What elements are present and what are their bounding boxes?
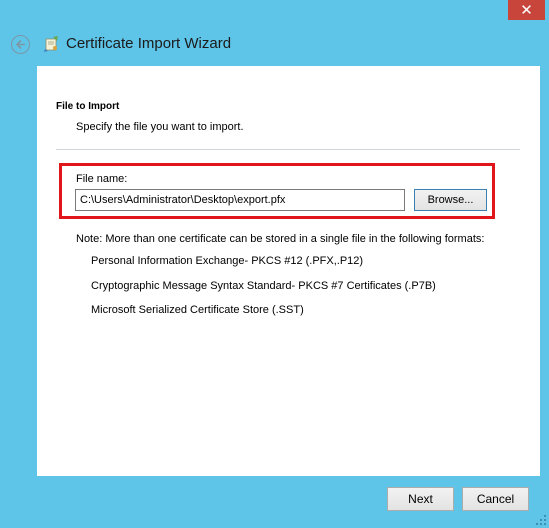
close-button[interactable]: ✕: [508, 0, 545, 20]
file-name-label: File name:: [76, 173, 128, 185]
certificate-wizard-icon: [44, 36, 58, 52]
format-item-p7b: Cryptographic Message Syntax Standard- P…: [91, 280, 436, 292]
window-title: Certificate Import Wizard: [66, 35, 232, 52]
section-title: File to Import: [56, 101, 120, 112]
close-icon: ✕: [520, 1, 533, 19]
browse-button[interactable]: Browse...: [414, 189, 487, 211]
back-button[interactable]: [11, 35, 30, 54]
next-button[interactable]: Next: [387, 487, 454, 511]
file-name-input[interactable]: [75, 189, 405, 211]
resize-grip-icon[interactable]: [535, 514, 547, 526]
header-divider: [56, 149, 520, 150]
format-item-sst: Microsoft Serialized Certificate Store (…: [91, 304, 304, 316]
cancel-button[interactable]: Cancel: [462, 487, 529, 511]
wizard-window: ✕ Certificate Import Wizard File to Impo…: [0, 0, 549, 528]
section-description: Specify the file you want to import.: [76, 121, 244, 133]
format-item-pfx: Personal Information Exchange- PKCS #12 …: [91, 255, 364, 267]
formats-note: Note: More than one certificate can be s…: [76, 233, 485, 245]
back-arrow-icon: [15, 39, 25, 50]
wizard-content-panel: File to Import Specify the file you want…: [37, 66, 540, 476]
